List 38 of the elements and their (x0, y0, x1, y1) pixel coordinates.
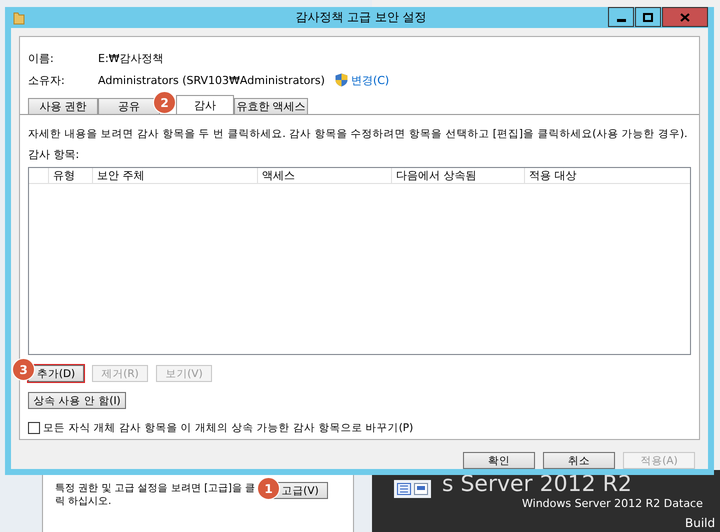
column-header[interactable]: 액세스 (258, 168, 392, 183)
close-icon (680, 12, 690, 22)
tab[interactable]: 감사 (176, 95, 234, 114)
ok-button[interactable]: 확인 (463, 452, 535, 469)
tab[interactable]: 공유 (98, 98, 160, 114)
checkbox-label: 모든 자식 개체 감사 항목을 이 개체의 상속 가능한 감사 항목으로 바꾸기(P) (43, 421, 414, 435)
tile-view-icon[interactable] (414, 483, 428, 495)
checkbox[interactable] (28, 422, 40, 434)
minimize-icon (616, 18, 626, 22)
audit-entries-label: 감사 항목: (28, 147, 80, 162)
change-owner-link[interactable]: 변경(C) (350, 72, 390, 88)
column-header[interactable]: 보안 주체 (93, 168, 258, 183)
os-edition-text: Windows Server 2012 R2 Datace (522, 497, 703, 510)
instruction-text: 자세한 내용을 보려면 감사 항목을 두 번 클릭하세요. 감사 항목을 수정하려면 항목을 선택하고 [편집]을 클릭하세요(사용 가능한 경우). (28, 127, 688, 141)
window-title: 감사정책 고급 보안 설정 (294, 9, 428, 26)
owner-value: Administrators (SRV103₩Administrators) (98, 74, 325, 86)
cancel-button[interactable]: 취소 (543, 452, 615, 469)
disable-inheritance-button[interactable]: 상속 사용 안 함(I) (28, 392, 126, 409)
advanced-hint-text: 특정 권한 및 고급 설정을 보려면 [고급]을 클릭 하십시오. (55, 482, 256, 509)
folder-icon (13, 10, 25, 24)
tab[interactable]: 유효한 액세스 (234, 98, 308, 114)
minimize-button[interactable] (608, 7, 634, 27)
owner-label: 소유자: (28, 72, 66, 88)
os-name-text: s Server 2012 R2 (442, 472, 632, 497)
close-button[interactable] (662, 7, 708, 27)
name-label: 이름: (28, 50, 55, 66)
column-header[interactable]: 다음에서 상속됨 (392, 168, 525, 183)
name-value: E:₩감사정책 (98, 50, 164, 66)
build-text: Build (685, 516, 716, 530)
add-button[interactable]: 추가(D) (28, 365, 84, 382)
tab[interactable]: 사용 권한 (28, 98, 98, 114)
column-header[interactable]: 적용 대상 (525, 168, 655, 183)
maximize-button[interactable] (635, 7, 661, 27)
column-header[interactable]: 유형 (49, 168, 93, 183)
shield-icon (334, 73, 348, 87)
maximize-icon (643, 12, 653, 22)
list-view-icon[interactable] (397, 483, 411, 495)
audit-entries-list[interactable]: 유형 보안 주체 액세스 다음에서 상속됨 적용 대상 (28, 167, 691, 355)
